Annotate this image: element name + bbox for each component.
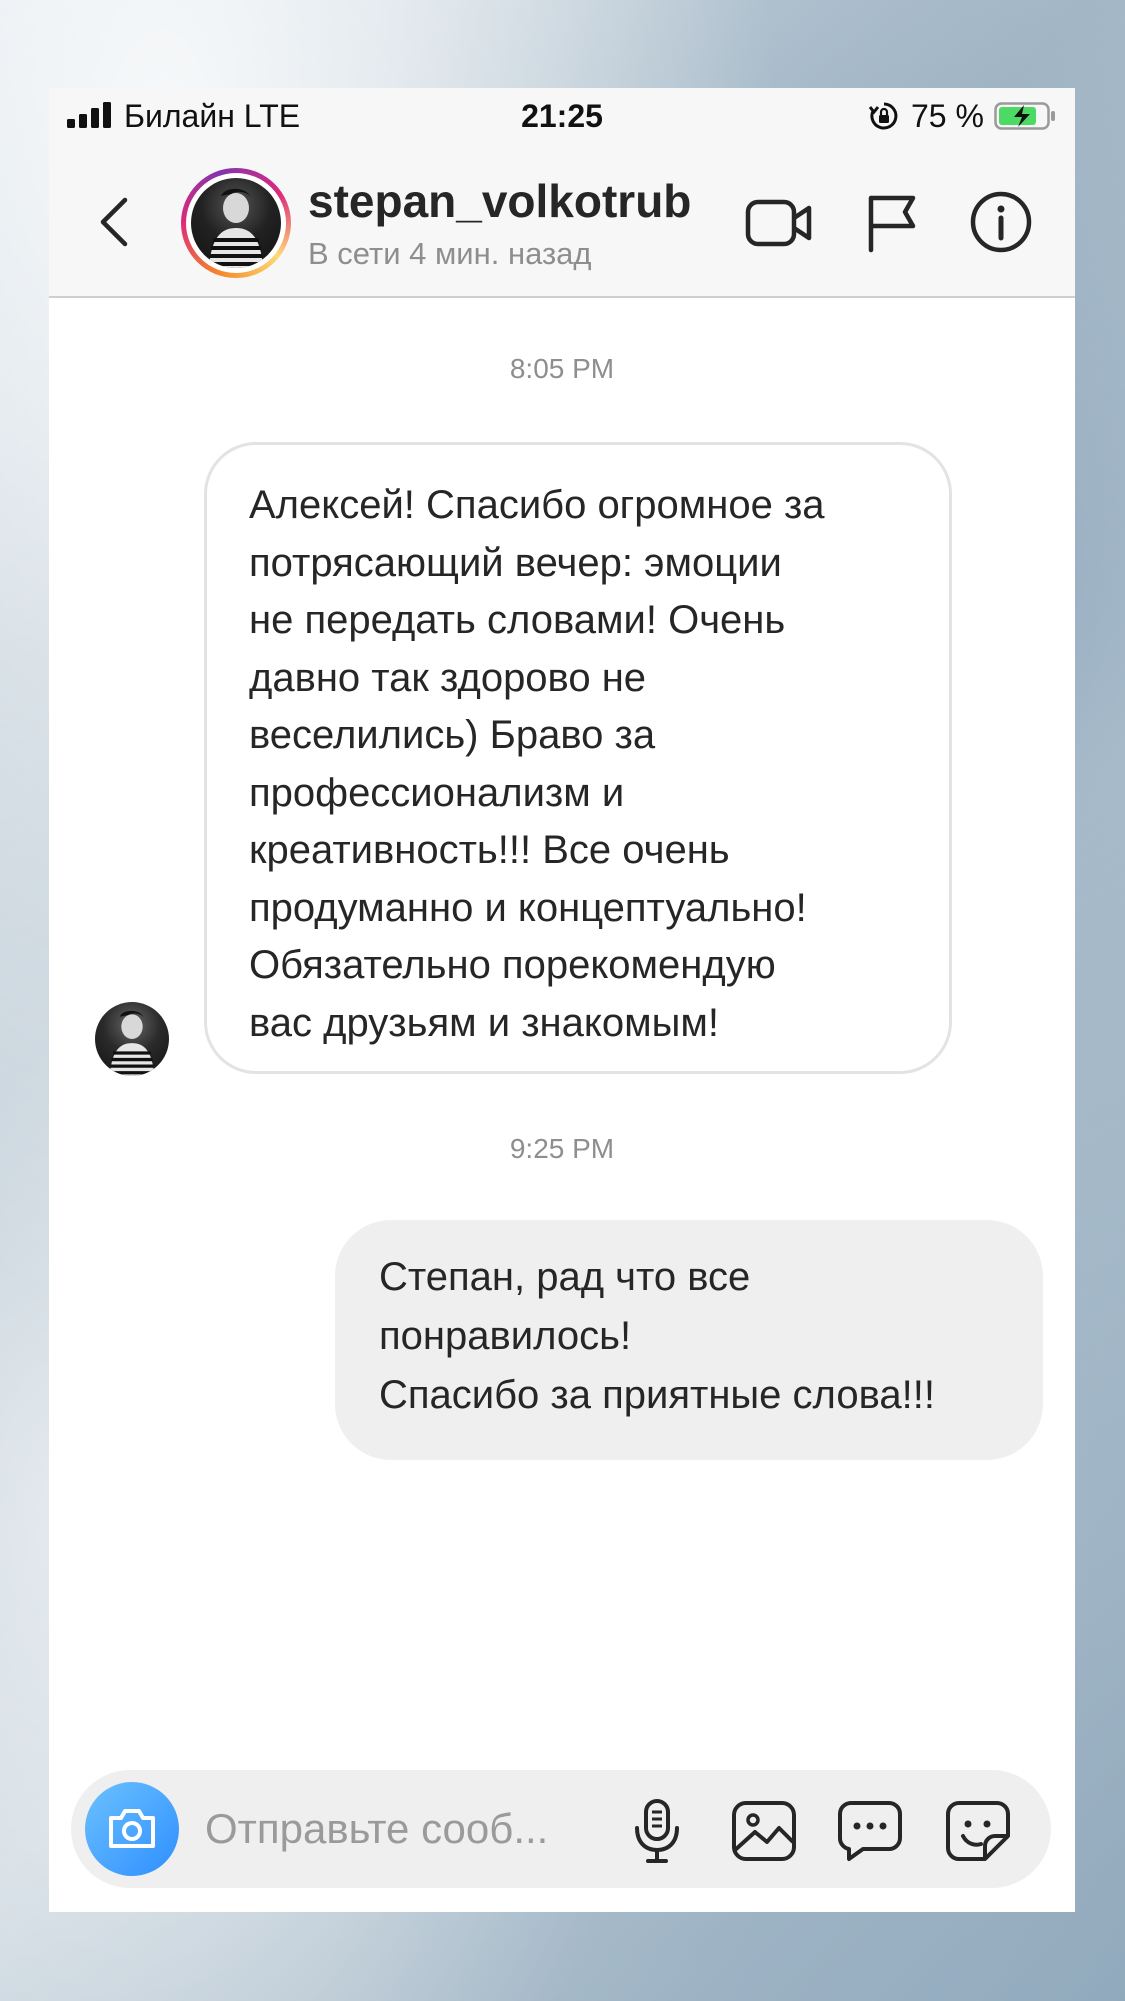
camera-icon — [109, 1809, 155, 1848]
gallery-icon[interactable] — [731, 1800, 797, 1862]
outgoing-message-bubble[interactable]: Степан, рад что все понравилось! Спасибо… — [335, 1220, 1043, 1460]
phone-screen: Билайн LTE 21:25 75 % stepan_volkotrub В… — [49, 88, 1075, 1912]
battery-percentage: 75 % — [911, 98, 984, 134]
sticker-icon[interactable] — [945, 1800, 1011, 1862]
presence-status: В сети 4 мин. назад — [308, 236, 592, 271]
outgoing-message-text: Степан, рад что все понравилось! Спасибо… — [379, 1255, 935, 1417]
chat-icon[interactable] — [837, 1800, 903, 1862]
back-icon[interactable] — [97, 194, 131, 250]
info-icon[interactable] — [969, 190, 1033, 254]
message-timestamp: 9:25 PM — [509, 1133, 615, 1164]
chat-header: stepan_volkotrub В сети 4 мин. назад — [49, 144, 1075, 298]
status-bar: Билайн LTE 21:25 75 % — [49, 88, 1075, 144]
incoming-message-text: Алексей! Спасибо огромное за потрясающий… — [249, 483, 825, 1045]
video-icon[interactable] — [745, 196, 813, 250]
incoming-message-bubble[interactable]: Алексей! Спасибо огромное за потрясающий… — [204, 442, 952, 1074]
profile-avatar[interactable] — [181, 168, 291, 278]
rotation-lock-icon — [869, 102, 898, 130]
microphone-icon[interactable] — [631, 1798, 683, 1864]
camera-button[interactable] — [85, 1782, 179, 1876]
flag-icon[interactable] — [865, 192, 919, 254]
message-input[interactable] — [205, 1802, 595, 1856]
message-timestamp: 8:05 PM — [509, 353, 615, 384]
chat-username[interactable]: stepan_volkotrub — [308, 174, 691, 228]
battery-charging-icon — [994, 102, 1055, 130]
sender-avatar[interactable] — [95, 1002, 169, 1076]
message-composer — [71, 1770, 1051, 1888]
avatar-photo — [191, 178, 281, 268]
